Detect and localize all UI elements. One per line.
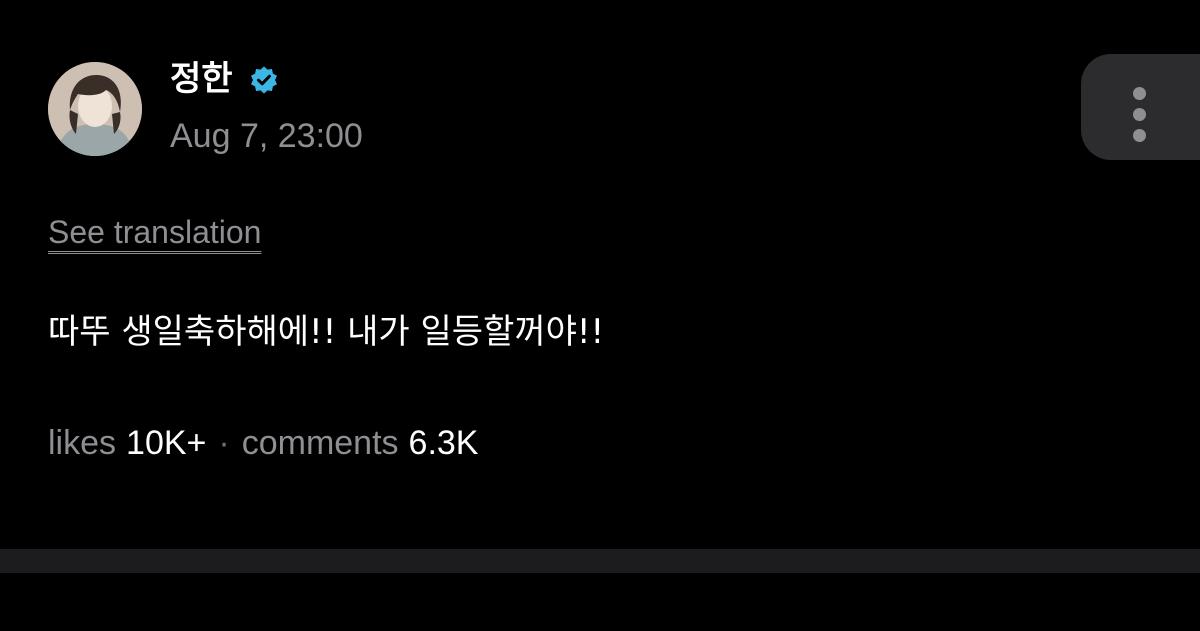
see-translation-link[interactable]: See translation: [48, 213, 261, 251]
profile-photo: [48, 62, 142, 156]
likes-count[interactable]: 10K+: [126, 424, 206, 462]
comments-label: comments: [241, 424, 399, 462]
more-options-button[interactable]: [1081, 54, 1200, 160]
post-card: 정한 Aug 7, 23:00 See translation 따뚜 생일축하해…: [0, 0, 1200, 548]
post-stats: likes 10K+ · comments 6.3K: [48, 422, 479, 464]
stats-separator: ·: [218, 424, 230, 462]
author-name[interactable]: 정한: [170, 58, 233, 100]
likes-label: likes: [48, 424, 117, 462]
post-text: 따뚜 생일축하해에!! 내가 일등할꺼야!!: [48, 312, 605, 352]
section-divider: [0, 549, 1200, 573]
post-timestamp: Aug 7, 23:00: [170, 117, 363, 155]
next-post-area: [0, 573, 1200, 631]
comments-count[interactable]: 6.3K: [409, 424, 479, 462]
verified-badge-icon: [251, 66, 277, 94]
avatar[interactable]: [48, 62, 142, 156]
